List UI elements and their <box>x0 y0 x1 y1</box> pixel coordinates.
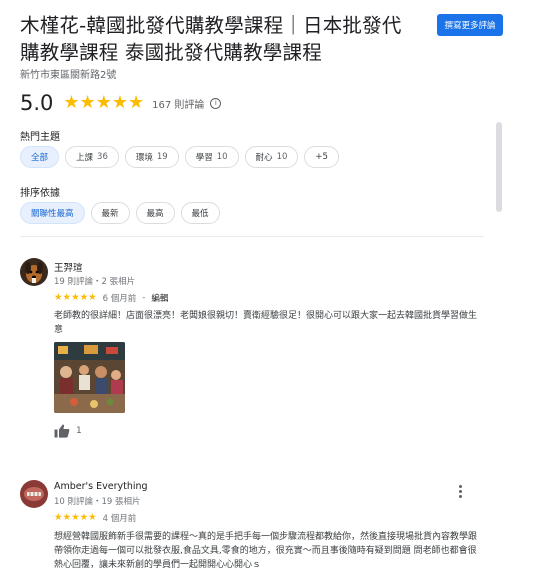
profile-avatar-icon <box>20 480 48 508</box>
review-count: 167 則評論 <box>152 99 205 111</box>
topics-label: 熱門主題 <box>20 132 60 143</box>
chip-label: 耐心 <box>255 153 273 163</box>
avatar[interactable] <box>20 480 48 508</box>
divider <box>20 236 484 237</box>
topic-chip-more[interactable]: +5 <box>304 146 339 168</box>
star-icon: ★ <box>79 512 89 523</box>
star-icon: ★ <box>111 92 128 113</box>
review-stars: ★★★★★ <box>54 513 97 523</box>
star-icon: ★ <box>63 92 80 113</box>
write-review-button[interactable]: 撰寫更多評論 <box>437 14 503 36</box>
star-icon: ★ <box>54 292 63 303</box>
sort-chips: 關聯性最高 最新 最高 最低 <box>20 202 220 224</box>
place-address: 新竹市東區關新路2號 <box>20 70 117 81</box>
sort-label: 排序依據 <box>20 188 60 199</box>
rating-score: 5.0 <box>20 91 54 115</box>
sort-chip-highest[interactable]: 最高 <box>135 202 175 224</box>
sort-chip-relevant[interactable]: 關聯性最高 <box>20 202 85 224</box>
avatar[interactable] <box>20 258 48 286</box>
chip-count: 19 <box>156 152 168 162</box>
more-options-icon[interactable] <box>458 485 462 498</box>
review-time: 6 個月前 <box>102 294 137 304</box>
restaurant-photo-icon <box>54 342 125 413</box>
reviewer-name[interactable]: 王羿瑄 <box>54 260 83 274</box>
chip-label: +5 <box>315 152 328 162</box>
topic-chip[interactable]: 環境 19 <box>124 146 179 168</box>
chip-label: 全部 <box>31 153 49 163</box>
topic-chip[interactable]: 耐心 10 <box>244 146 299 168</box>
dog-avatar-icon <box>20 258 48 286</box>
reviewer-meta: 19 則評論・2 張相片 <box>54 277 136 287</box>
star-icon: ★ <box>95 92 112 113</box>
star-icon: ★ <box>88 512 97 523</box>
rating-summary: 5.0 ★ ★ ★ ★ ★ 167 則評論 i <box>20 90 222 116</box>
star-icon: ★ <box>79 292 89 303</box>
topic-chips: 全部 上課 36 環境 19 學習 10 耐心 10 +5 <box>20 146 339 168</box>
chip-label: 上課 <box>76 153 94 163</box>
reviewer-meta: 10 則評論・19 張相片 <box>54 497 141 507</box>
review-photo[interactable] <box>54 342 125 413</box>
star-icon: ★ <box>71 512 80 523</box>
scrollbar[interactable] <box>496 122 502 212</box>
review-edited: 編輯 <box>151 294 169 304</box>
star-icon: ★ <box>88 292 97 303</box>
review-separator: - <box>142 293 146 303</box>
info-icon[interactable]: i <box>210 97 222 109</box>
star-icon: ★ <box>54 512 63 523</box>
chip-label: 環境 <box>135 153 153 163</box>
review-rating-line: ★★★★★ 6 個月前 - 編輯 <box>54 292 169 305</box>
chip-count: 36 <box>97 152 108 162</box>
like-button[interactable]: 1 <box>54 424 82 438</box>
star-icon: ★ <box>71 292 80 303</box>
topic-chip-all[interactable]: 全部 <box>20 146 60 168</box>
place-title: 木槿花-韓國批發代購教學課程｜日本批發代購教學課程 泰國批發代購教學課程 <box>20 14 402 64</box>
thumbs-up-icon <box>54 424 70 438</box>
rating-stars: ★ ★ ★ ★ ★ <box>63 94 144 112</box>
review-text: 老師教的很詳細！店面很漂亮！老闆娘很親切！賣衛經驗很足！很開心可以跟大家一起去韓… <box>54 311 478 335</box>
topic-chip[interactable]: 上課 36 <box>65 146 119 168</box>
chip-count: 10 <box>216 152 228 162</box>
chip-count: 10 <box>276 152 288 162</box>
chip-label: 學習 <box>195 153 213 163</box>
topic-chip[interactable]: 學習 10 <box>184 146 239 168</box>
review-text: 想經營韓國服飾新手很需要的課程～真的是手把手每一個步驟流程都教給你，然後直接現場… <box>54 532 478 570</box>
star-icon: ★ <box>62 292 72 303</box>
like-count: 1 <box>76 426 82 436</box>
reviewer-name[interactable]: Amber's Everything <box>54 481 148 492</box>
star-icon: ★ <box>79 92 96 113</box>
review-stars: ★★★★★ <box>54 293 97 303</box>
star-icon: ★ <box>127 92 145 113</box>
review-rating-line: ★★★★★ 4 個月前 <box>54 512 137 525</box>
star-icon: ★ <box>62 512 72 523</box>
review-time: 4 個月前 <box>102 514 137 524</box>
sort-chip-newest[interactable]: 最新 <box>90 202 130 224</box>
sort-chip-lowest[interactable]: 最低 <box>180 202 220 224</box>
